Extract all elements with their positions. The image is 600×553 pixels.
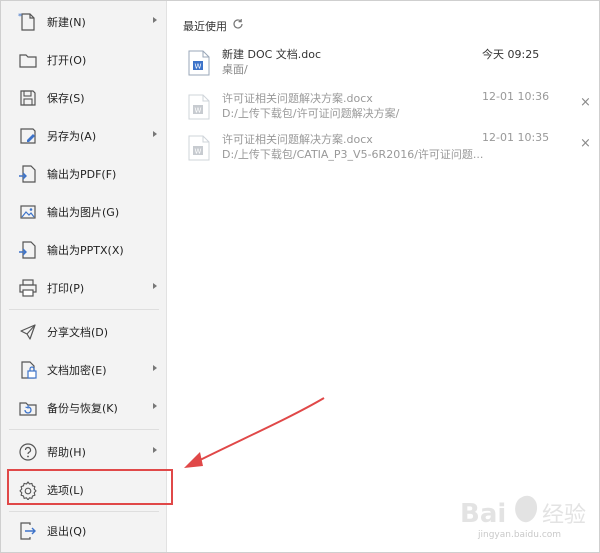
remove-recent-icon[interactable]: × xyxy=(580,95,591,110)
menu-item-print[interactable]: 打印(P) xyxy=(1,271,167,305)
document-time: 12-01 10:35 xyxy=(482,131,550,144)
menu-item-export-pptx[interactable]: 输出为PPTX(X) xyxy=(1,233,167,267)
export-pdf-icon xyxy=(19,165,36,183)
menu-divider xyxy=(9,429,159,430)
document-time: 12-01 10:36 xyxy=(482,90,550,103)
svg-text:经验: 经验 xyxy=(542,503,586,528)
new-file-icon: * xyxy=(18,12,35,31)
word-document-icon: W xyxy=(188,50,210,76)
export-pptx-icon xyxy=(19,241,36,259)
menu-item-label: 退出(Q) xyxy=(47,525,87,538)
svg-text:W: W xyxy=(195,63,202,71)
menu-item-label: 备份与恢复(K) xyxy=(47,402,118,415)
menu-item-label: 分享文档(D) xyxy=(47,326,109,339)
export-image-icon xyxy=(20,205,36,219)
recent-document-item[interactable]: W 新建 DOC 文档.doc 桌面/ 今天 09:25 xyxy=(180,46,582,90)
print-icon xyxy=(19,279,37,297)
chevron-right-icon xyxy=(153,131,157,137)
document-name: 许可证相关问题解决方案.docx xyxy=(222,92,373,105)
menu-item-label: 帮助(H) xyxy=(47,446,86,459)
word-document-icon: W xyxy=(188,135,210,161)
svg-text:Bai: Bai xyxy=(460,499,506,529)
recent-section-title: 最近使用 xyxy=(183,20,227,33)
menu-item-save[interactable]: 保存(S) xyxy=(1,81,167,115)
menu-item-backup[interactable]: 备份与恢复(K) xyxy=(1,391,167,425)
svg-text:W: W xyxy=(195,148,202,156)
chevron-right-icon xyxy=(153,365,157,371)
menu-item-label: 打印(P) xyxy=(47,282,85,295)
menu-item-label: 文档加密(E) xyxy=(47,364,107,377)
menu-item-label: 另存为(A) xyxy=(47,130,97,143)
menu-item-label: 打开(O) xyxy=(47,54,87,67)
svg-text:*: * xyxy=(18,12,22,21)
help-icon xyxy=(19,443,37,461)
menu-divider xyxy=(9,309,159,310)
remove-recent-icon[interactable]: × xyxy=(580,136,591,151)
svg-text:W: W xyxy=(195,107,202,115)
recent-document-item[interactable]: W 许可证相关问题解决方案.docx D:/上传下载包/CATIA_P3_V5-… xyxy=(180,131,582,175)
exit-icon xyxy=(20,522,36,540)
menu-divider xyxy=(9,511,159,512)
menu-item-export-pdf[interactable]: 输出为PDF(F) xyxy=(1,157,167,191)
document-path: 桌面/ xyxy=(222,63,248,76)
menu-item-share[interactable]: 分享文档(D) xyxy=(1,315,167,349)
menu-item-new[interactable]: * 新建(N) xyxy=(1,5,167,39)
menu-item-exit[interactable]: 退出(Q) xyxy=(1,514,167,548)
menu-item-label: 输出为图片(G) xyxy=(47,206,120,219)
menu-item-label: 保存(S) xyxy=(47,92,85,105)
chevron-right-icon xyxy=(153,403,157,409)
folder-open-icon xyxy=(19,54,37,68)
chevron-right-icon xyxy=(153,447,157,453)
save-icon xyxy=(20,90,36,106)
chevron-right-icon xyxy=(153,283,157,289)
menu-item-save-as[interactable]: 另存为(A) xyxy=(1,119,167,153)
encrypt-icon xyxy=(21,361,37,379)
word-document-icon: W xyxy=(188,94,210,120)
chevron-right-icon xyxy=(153,17,157,23)
save-as-icon xyxy=(20,128,36,144)
menu-item-export-image[interactable]: 输出为图片(G) xyxy=(1,195,167,229)
menu-item-help[interactable]: 帮助(H) xyxy=(1,435,167,469)
share-icon xyxy=(20,324,36,340)
document-name: 许可证相关问题解决方案.docx xyxy=(222,133,373,146)
document-path: D:/上传下载包/许可证问题解决方案/ xyxy=(222,107,400,120)
menu-item-open[interactable]: 打开(O) xyxy=(1,43,167,77)
menu-item-label: 新建(N) xyxy=(47,16,86,29)
recent-document-item[interactable]: W 许可证相关问题解决方案.docx D:/上传下载包/许可证问题解决方案/ 1… xyxy=(180,90,582,134)
document-time: 今天 09:25 xyxy=(482,48,540,61)
refresh-icon[interactable] xyxy=(232,18,244,30)
document-name: 新建 DOC 文档.doc xyxy=(222,48,322,61)
backup-icon xyxy=(19,402,37,416)
menu-item-encrypt[interactable]: 文档加密(E) xyxy=(1,353,167,387)
watermark-url: jingyan.baidu.com xyxy=(478,530,562,540)
options-highlight-box xyxy=(7,469,173,505)
menu-item-label: 输出为PDF(F) xyxy=(47,168,117,181)
document-path: D:/上传下载包/CATIA_P3_V5-6R2016/许可证问题... xyxy=(222,148,484,161)
menu-item-label: 输出为PPTX(X) xyxy=(47,244,124,257)
